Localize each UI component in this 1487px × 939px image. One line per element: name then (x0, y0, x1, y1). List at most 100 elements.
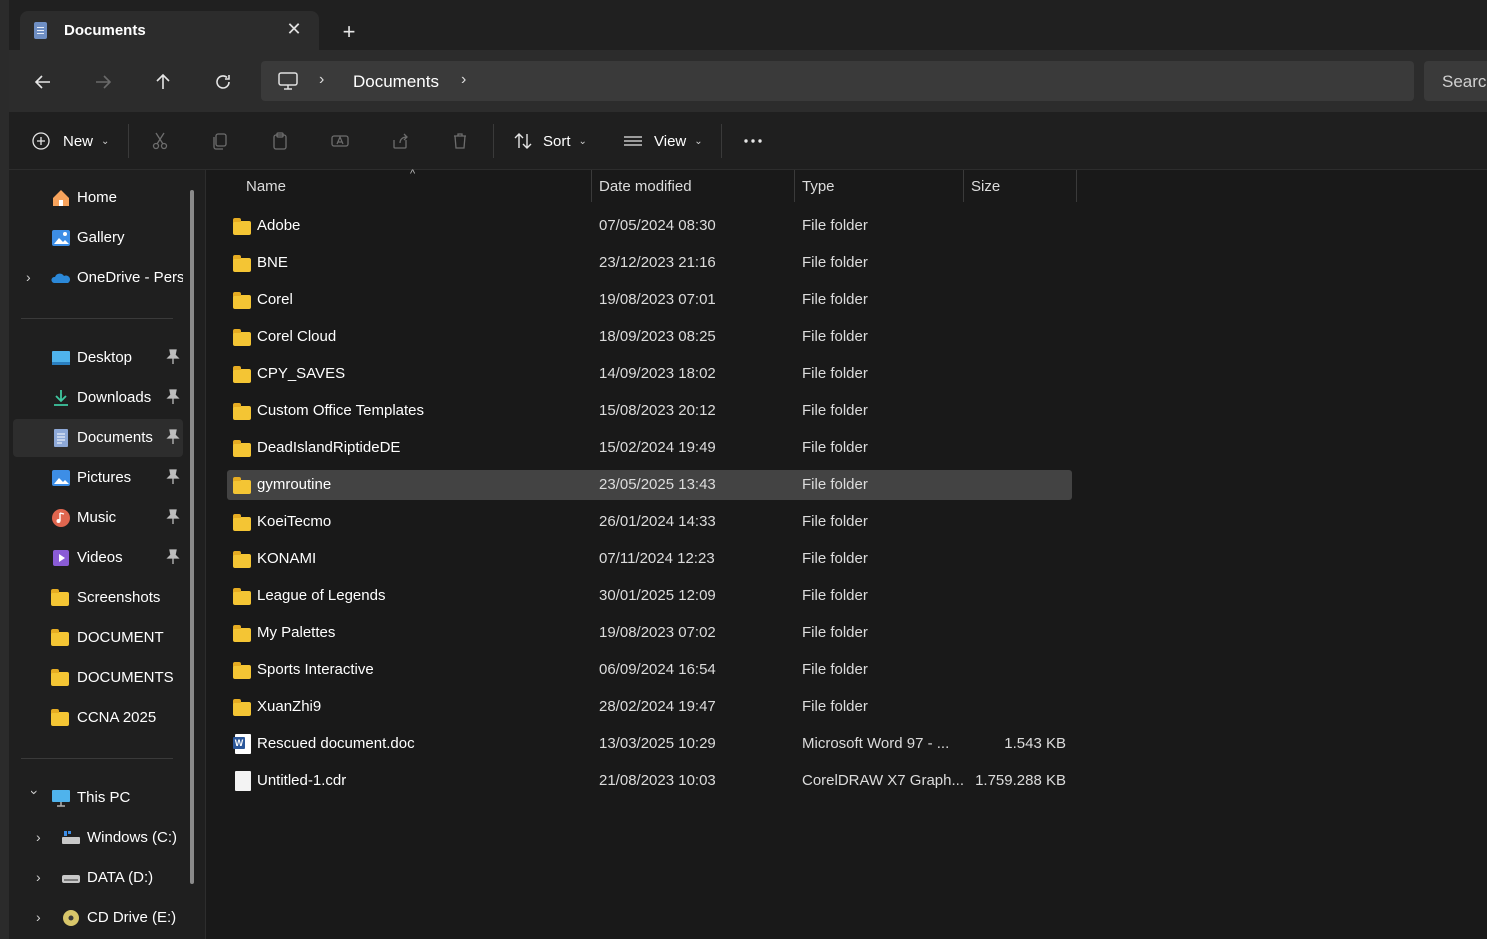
pin-icon[interactable] (166, 429, 180, 445)
file-row[interactable]: League of Legends 30/01/2025 12:09 File fo… (227, 581, 1072, 611)
cd-drive-icon (63, 910, 79, 926)
column-divider[interactable] (794, 170, 795, 202)
chevron-down-icon[interactable]: › (27, 790, 43, 804)
search-input[interactable]: Search (1424, 61, 1487, 101)
refresh-button[interactable] (207, 67, 239, 97)
sidebar-item-music[interactable]: Music (13, 499, 183, 537)
chevron-right-icon[interactable]: › (26, 269, 40, 285)
sidebar-item-drive-e[interactable]: › CD Drive (E:) (13, 899, 183, 937)
delete-button[interactable] (450, 124, 470, 158)
file-row[interactable]: Rescued document.doc 13/03/2025 10:29 Micr… (227, 729, 1072, 759)
sidebar-item-gallery[interactable]: Gallery (13, 219, 183, 257)
file-row[interactable]: Untitled-1.cdr 21/08/2023 10:03 CorelDRAW … (227, 766, 1072, 796)
chevron-right-icon[interactable]: › (36, 869, 50, 885)
sidebar-item-screenshots[interactable]: Screenshots (13, 579, 183, 617)
file-type: File folder (802, 476, 868, 493)
file-row[interactable]: DeadIslandRiptideDE 15/02/2024 19:49 File … (227, 433, 1072, 463)
new-button[interactable]: New ⌄ (31, 124, 109, 158)
file-date-modified: 13/03/2025 10:29 (599, 735, 716, 752)
up-button[interactable] (147, 67, 179, 97)
sidebar-item-ccna-2025[interactable]: CCNA 2025 (13, 699, 183, 737)
address-bar[interactable]: › Documents › (261, 61, 1414, 101)
sidebar-item-videos[interactable]: Videos (13, 539, 183, 577)
arrow-left-icon (34, 75, 50, 89)
file-row[interactable]: Custom Office Templates 15/08/2023 20:12 F… (227, 396, 1072, 426)
folder-icon (51, 589, 71, 610)
file-row[interactable]: Adobe 07/05/2024 08:30 File folder (227, 211, 1072, 241)
navigation-pane: Home Gallery › OneDrive - Perso Desktop … (9, 170, 206, 939)
file-date-modified: 15/08/2023 20:12 (599, 402, 716, 419)
file-type: File folder (802, 217, 868, 234)
chevron-right-icon[interactable]: › (461, 71, 466, 89)
paste-button[interactable] (270, 124, 290, 158)
file-row[interactable]: KONAMI 07/11/2024 12:23 File folder (227, 544, 1072, 574)
file-row[interactable]: Sports Interactive 06/09/2024 16:54 File f… (227, 655, 1072, 685)
copy-button[interactable] (210, 124, 230, 158)
chevron-right-icon[interactable]: › (36, 829, 50, 845)
pin-icon[interactable] (166, 469, 180, 485)
sidebar-item-label: Videos (77, 549, 123, 566)
column-header-name[interactable]: Name (246, 178, 286, 210)
sidebar-item-document[interactable]: DOCUMENT (13, 619, 183, 657)
forward-button[interactable] (87, 67, 119, 97)
folder-icon (233, 255, 251, 272)
sidebar-item-this-pc[interactable]: › This PC (13, 779, 183, 817)
cut-button[interactable] (150, 124, 170, 158)
paste-icon (273, 132, 287, 150)
file-name: BNE (257, 254, 288, 271)
file-row[interactable]: XuanZhi9 28/02/2024 19:47 File folder (227, 692, 1072, 722)
close-icon[interactable]: ✕ (283, 18, 305, 40)
sidebar-item-downloads[interactable]: Downloads (13, 379, 183, 417)
file-row[interactable]: Corel 19/08/2023 07:01 File folder (227, 285, 1072, 315)
new-tab-button[interactable]: + (336, 20, 362, 44)
file-type: File folder (802, 365, 868, 382)
breadcrumb-documents[interactable]: Documents (353, 72, 439, 92)
sidebar-scrollbar[interactable] (190, 190, 194, 884)
tab-documents[interactable]: Documents ✕ (20, 11, 319, 50)
column-header-size[interactable]: Size (971, 178, 1000, 210)
sidebar-item-home[interactable]: Home (13, 179, 183, 217)
rename-button[interactable] (330, 124, 350, 158)
file-row[interactable]: BNE 23/12/2023 21:16 File folder (227, 248, 1072, 278)
tab-title: Documents (64, 22, 146, 39)
column-divider[interactable] (963, 170, 964, 202)
file-date-modified: 15/02/2024 19:49 (599, 439, 716, 456)
pin-icon[interactable] (166, 389, 180, 405)
share-button[interactable] (390, 124, 410, 158)
sidebar-item-documents[interactable]: Documents (13, 419, 183, 457)
view-button[interactable]: View ⌄ (623, 124, 703, 158)
file-type: File folder (802, 328, 868, 345)
sidebar-item-pictures[interactable]: Pictures (13, 459, 183, 497)
sort-button[interactable]: Sort ⌄ (513, 124, 587, 158)
chevron-right-icon[interactable]: › (36, 909, 50, 925)
file-row[interactable]: KoeiTecmo 26/01/2024 14:33 File folder (227, 507, 1072, 537)
pin-icon[interactable] (166, 509, 180, 525)
file-type: File folder (802, 698, 868, 715)
more-options-button[interactable] (743, 124, 763, 158)
folder-icon (233, 625, 251, 642)
sidebar-item-drive-d[interactable]: › DATA (D:) (13, 859, 183, 897)
back-button[interactable] (27, 67, 59, 97)
sidebar-item-drive-c[interactable]: › Windows (C:) (13, 819, 183, 857)
column-divider[interactable] (1076, 170, 1077, 202)
documents-icon (54, 429, 68, 447)
sidebar-item-onedrive[interactable]: › OneDrive - Perso (13, 259, 183, 297)
column-header-type[interactable]: Type (802, 178, 835, 210)
chevron-right-icon[interactable]: › (319, 71, 324, 89)
sidebar-item-label: Screenshots (77, 589, 161, 606)
sidebar-item-documents-folder[interactable]: DOCUMENTS (13, 659, 183, 697)
file-date-modified: 21/08/2023 10:03 (599, 772, 716, 789)
pin-icon[interactable] (166, 549, 180, 565)
column-header-date[interactable]: Date modified (599, 178, 692, 210)
file-row[interactable]: Corel Cloud 18/09/2023 08:25 File folder (227, 322, 1072, 352)
file-name: Rescued document.doc (257, 735, 415, 752)
navigation-bar: › Documents › Search (9, 50, 1487, 112)
column-divider[interactable] (591, 170, 592, 202)
this-pc-icon (52, 790, 70, 807)
folder-icon (51, 709, 71, 730)
file-row[interactable]: gymroutine 23/05/2025 13:43 File folder (227, 470, 1072, 500)
sidebar-item-desktop[interactable]: Desktop (13, 339, 183, 377)
file-row[interactable]: CPY_SAVES 14/09/2023 18:02 File folder (227, 359, 1072, 389)
file-row[interactable]: My Palettes 19/08/2023 07:02 File folder (227, 618, 1072, 648)
pin-icon[interactable] (166, 349, 180, 365)
